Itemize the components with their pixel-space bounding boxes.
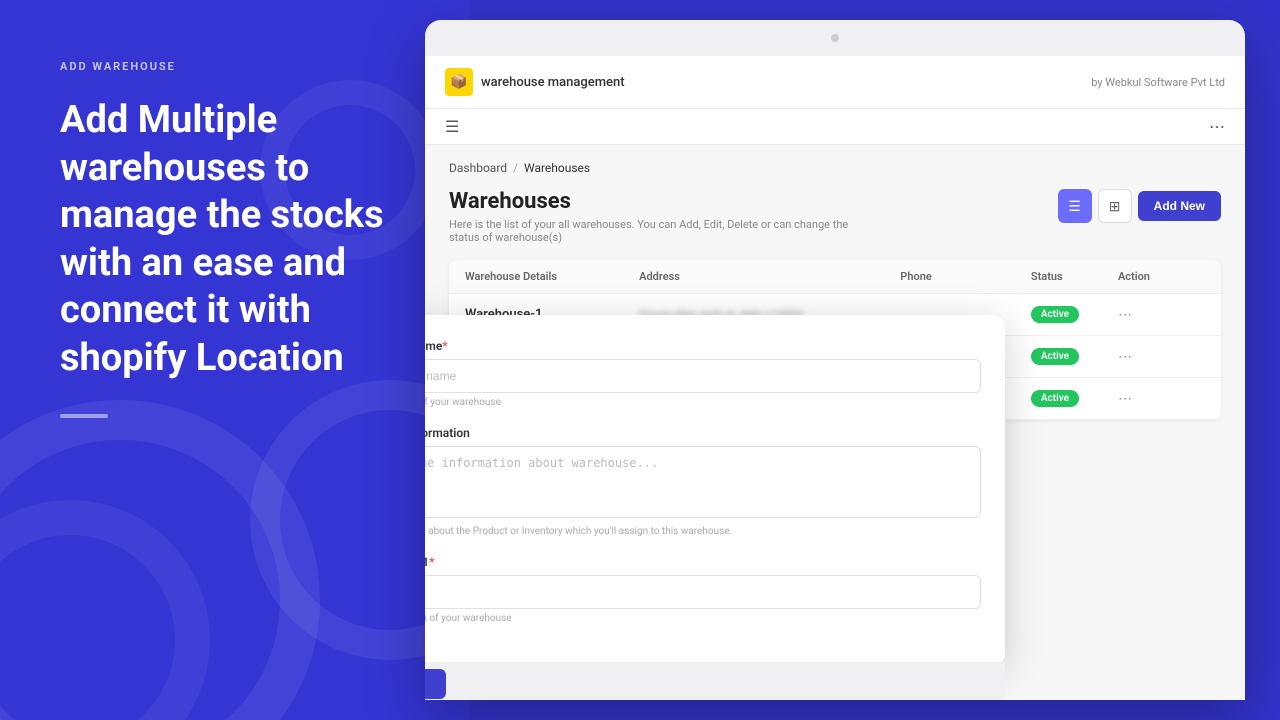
browser-dot <box>831 34 839 42</box>
warehouse-action-cell: ⋯ <box>1118 307 1205 323</box>
app-content: 📦 warehouse management by Webkul Softwar… <box>425 56 1245 700</box>
app-main: Dashboard / Warehouses Warehouses Here i… <box>425 145 1245 436</box>
status-badge-2: Active <box>1031 348 1079 365</box>
form-group-name: Warehouse name* Enter the name of your w… <box>425 339 981 408</box>
form-group-address: Address Line 1* Enter the location of yo… <box>425 555 981 624</box>
logo-icon: 📦 <box>445 68 473 96</box>
breadcrumb-current: Warehouses <box>524 161 590 175</box>
warehouse-name-label: Warehouse name* <box>425 339 981 353</box>
form-group-additional-info: Additional Information This info coud be… <box>425 426 981 537</box>
col-header-name: Warehouse details <box>465 270 639 283</box>
app-logo: 📦 warehouse management <box>445 68 625 96</box>
page-title-block: Warehouses Here is the list of your all … <box>449 189 849 244</box>
add-new-button[interactable]: Add New <box>1138 191 1221 221</box>
breadcrumb: Dashboard / Warehouses <box>449 161 1221 175</box>
form-footer: Submit <box>425 662 1005 700</box>
address-hint: Enter the location of your warehouse <box>425 613 981 624</box>
divider <box>60 414 108 418</box>
table-header: Warehouse details Address Phone status A… <box>449 260 1221 294</box>
warehouse-action-cell-2: ⋯ <box>1118 349 1205 365</box>
warehouse-status-cell: Active <box>1031 306 1118 323</box>
section-label: ADD WAREHOUSE <box>60 60 410 73</box>
hamburger-icon[interactable]: ☰ <box>445 117 459 136</box>
page-title: Warehouses <box>449 189 849 214</box>
right-panel: 📦 warehouse management by Webkul Softwar… <box>370 0 1280 720</box>
header-actions: ☰ ⊞ Add New <box>1058 189 1221 223</box>
status-badge-3: Active <box>1031 390 1079 407</box>
app-toolbar: ☰ ⋯ <box>425 109 1245 145</box>
breadcrumb-home[interactable]: Dashboard <box>449 161 507 175</box>
page-header: Warehouses Here is the list of your all … <box>449 189 1221 244</box>
additional-info-hint: This info coud be about the Product or I… <box>425 526 981 537</box>
browser-chrome <box>425 20 1245 56</box>
address-line1-input[interactable] <box>425 575 981 609</box>
toolbar-dots-menu[interactable]: ⋯ <box>1209 117 1225 136</box>
action-dots-icon[interactable]: ⋯ <box>1118 307 1132 323</box>
app-header: 📦 warehouse management by Webkul Softwar… <box>425 56 1245 109</box>
warehouse-status-cell-2: Active <box>1031 348 1118 365</box>
breadcrumb-separator: / <box>513 161 518 175</box>
add-warehouse-form: Warehouse name* Enter the name of your w… <box>425 315 1005 666</box>
warehouse-action-cell-3: ⋯ <box>1118 391 1205 407</box>
app-title: warehouse management <box>481 75 625 90</box>
warehouse-name-input[interactable] <box>425 359 981 393</box>
col-header-phone: Phone <box>900 270 1031 283</box>
browser-window: 📦 warehouse management by Webkul Softwar… <box>425 20 1245 700</box>
col-header-action: Action <box>1118 270 1205 283</box>
page-subtitle: Here is the list of your all warehouses.… <box>449 218 849 244</box>
warehouse-status-cell-3: Active <box>1031 390 1118 407</box>
app-byline: by Webkul Software Pvt Ltd <box>1091 76 1225 89</box>
action-dots-icon-3[interactable]: ⋯ <box>1118 391 1132 407</box>
grid-view-button[interactable]: ⊞ <box>1098 189 1132 223</box>
col-header-address: Address <box>639 270 900 283</box>
status-badge: Active <box>1031 306 1079 323</box>
additional-info-label: Additional Information <box>425 426 981 440</box>
main-heading: Add Multiple warehouses to manage the st… <box>60 97 410 382</box>
submit-button[interactable]: Submit <box>425 669 446 699</box>
action-dots-icon-2[interactable]: ⋯ <box>1118 349 1132 365</box>
warehouse-name-hint: Enter the name of your warehouse <box>425 397 981 408</box>
col-header-status: status <box>1031 270 1118 283</box>
list-view-button[interactable]: ☰ <box>1058 189 1092 223</box>
additional-info-textarea[interactable] <box>425 446 981 518</box>
address-line1-label: Address Line 1* <box>425 555 981 569</box>
